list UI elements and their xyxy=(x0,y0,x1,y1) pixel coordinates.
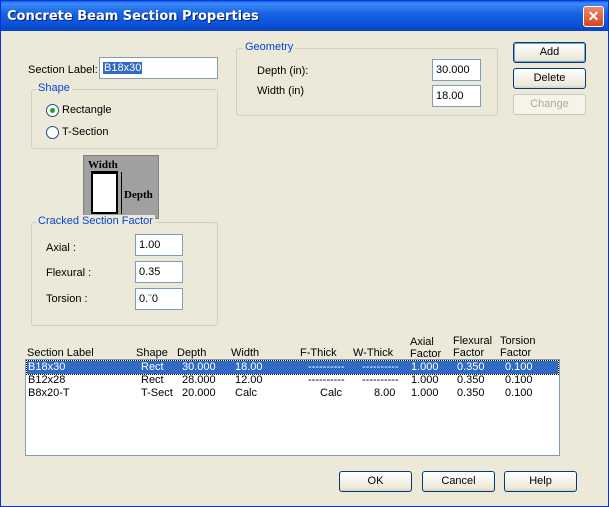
list-item[interactable]: B8x20-T T-Sect 20.000 Calc Calc 8.00 1.0… xyxy=(27,387,558,400)
cracked-section-legend: Cracked Section Factor xyxy=(36,215,155,227)
section-label-input[interactable]: B18x30 xyxy=(99,57,218,79)
shape-legend: Shape xyxy=(36,82,72,94)
header-w-thick: W-Thick xyxy=(353,347,394,359)
add-button[interactable]: Add xyxy=(513,42,586,63)
flexural-label: Flexural : xyxy=(46,267,92,279)
cell-axial: 1.000 xyxy=(411,387,439,399)
header-flexural-2: Factor xyxy=(453,347,485,359)
header-depth: Depth xyxy=(177,347,207,359)
header-shape: Shape xyxy=(136,347,168,359)
cell-label: B12x28 xyxy=(28,374,66,386)
header-axial-1: Axial xyxy=(410,336,434,348)
window-title: Concrete Beam Section Properties xyxy=(7,9,259,24)
cell-torsion: 0.100 xyxy=(505,387,533,399)
shape-group: Shape Rectangle T-Section xyxy=(31,82,218,149)
cell-axial: 1.000 xyxy=(411,361,439,373)
delete-button[interactable]: Delete xyxy=(513,68,586,89)
header-torsion-1: Torsion xyxy=(500,335,536,347)
help-button[interactable]: Help xyxy=(504,471,577,492)
torsion-input[interactable]: 0.¨0 xyxy=(135,288,183,310)
ok-button[interactable]: OK xyxy=(339,471,412,492)
cell-shape: Rect xyxy=(141,361,164,373)
cell-f-thick: ---------- xyxy=(308,361,345,373)
cancel-button[interactable]: Cancel xyxy=(422,471,495,492)
cell-depth: 20.000 xyxy=(182,387,216,399)
torsion-label: Torsion : xyxy=(46,293,88,305)
cell-flexural: 0.350 xyxy=(457,387,485,399)
cell-torsion: 0.100 xyxy=(505,361,533,373)
section-diagram: Width Depth xyxy=(83,155,159,219)
geometry-group: Geometry Depth (in): 30.000 Width (in) 1… xyxy=(236,41,498,116)
list-item[interactable]: B18x30 Rect 30.000 18.00 ---------- ----… xyxy=(26,360,559,375)
header-f-thick: F-Thick xyxy=(300,347,337,359)
cell-width: 18.00 xyxy=(235,361,263,373)
section-label-caption: Section Label: xyxy=(28,64,98,76)
depth-label: Depth (in): xyxy=(257,65,309,77)
axial-input[interactable]: 1.00 xyxy=(135,234,183,256)
cell-depth: 30.000 xyxy=(182,361,216,373)
width-label: Width (in) xyxy=(257,85,305,97)
cell-label: B8x20-T xyxy=(28,387,70,399)
cell-shape: Rect xyxy=(141,374,164,386)
diagram-rectangle xyxy=(91,172,118,214)
cracked-section-group: Cracked Section Factor Axial : 1.00 Flex… xyxy=(31,215,218,326)
t-section-label[interactable]: T-Section xyxy=(62,126,108,138)
flexural-input[interactable]: 0.35 xyxy=(135,261,183,283)
cell-w-thick: ---------- xyxy=(362,361,399,373)
width-input[interactable]: 18.00 xyxy=(432,85,481,107)
header-torsion-2: Factor xyxy=(500,347,532,359)
depth-input[interactable]: 30.000 xyxy=(432,59,481,81)
axial-label: Axial : xyxy=(46,242,76,254)
sections-list[interactable]: B18x30 Rect 30.000 18.00 ---------- ----… xyxy=(25,359,560,456)
rectangle-radio[interactable] xyxy=(46,104,59,117)
cell-width: 12.00 xyxy=(235,374,263,386)
cell-f-thick: Calc xyxy=(320,387,343,399)
cell-label: B18x30 xyxy=(28,361,66,373)
list-item[interactable]: B12x28 Rect 28.000 12.00 ---------- ----… xyxy=(27,374,558,387)
cell-flexural: 0.350 xyxy=(457,361,485,373)
geometry-legend: Geometry xyxy=(243,41,296,53)
diagram-width-label: Width xyxy=(88,159,118,171)
cell-w-thick: 8.00 xyxy=(374,387,396,399)
cell-axial: 1.000 xyxy=(411,374,439,386)
t-section-radio[interactable] xyxy=(46,126,59,139)
cell-width: Calc xyxy=(235,387,258,399)
cell-f-thick: ---------- xyxy=(308,374,345,386)
close-button[interactable]: ✕ xyxy=(583,6,604,27)
diagram-depth-label: Depth xyxy=(124,189,153,201)
rectangle-label[interactable]: Rectangle xyxy=(62,104,112,116)
header-section-label: Section Label xyxy=(27,347,94,359)
dialog-window: Concrete Beam Section Properties ✕ Secti… xyxy=(0,0,609,507)
cell-w-thick: ---------- xyxy=(362,374,399,386)
cell-torsion: 0.100 xyxy=(505,374,533,386)
header-width: Width xyxy=(231,347,260,359)
header-flexural-1: Flexural xyxy=(453,335,493,347)
diagram-depth-line xyxy=(121,172,122,214)
cell-shape: T-Sect xyxy=(141,387,173,399)
title-bar[interactable]: Concrete Beam Section Properties ✕ xyxy=(1,1,608,31)
close-icon: ✕ xyxy=(587,8,600,24)
change-button[interactable]: Change xyxy=(513,94,586,115)
cell-depth: 28.000 xyxy=(182,374,216,386)
cell-flexural: 0.350 xyxy=(457,374,485,386)
section-label-value: B18x30 xyxy=(103,62,143,74)
